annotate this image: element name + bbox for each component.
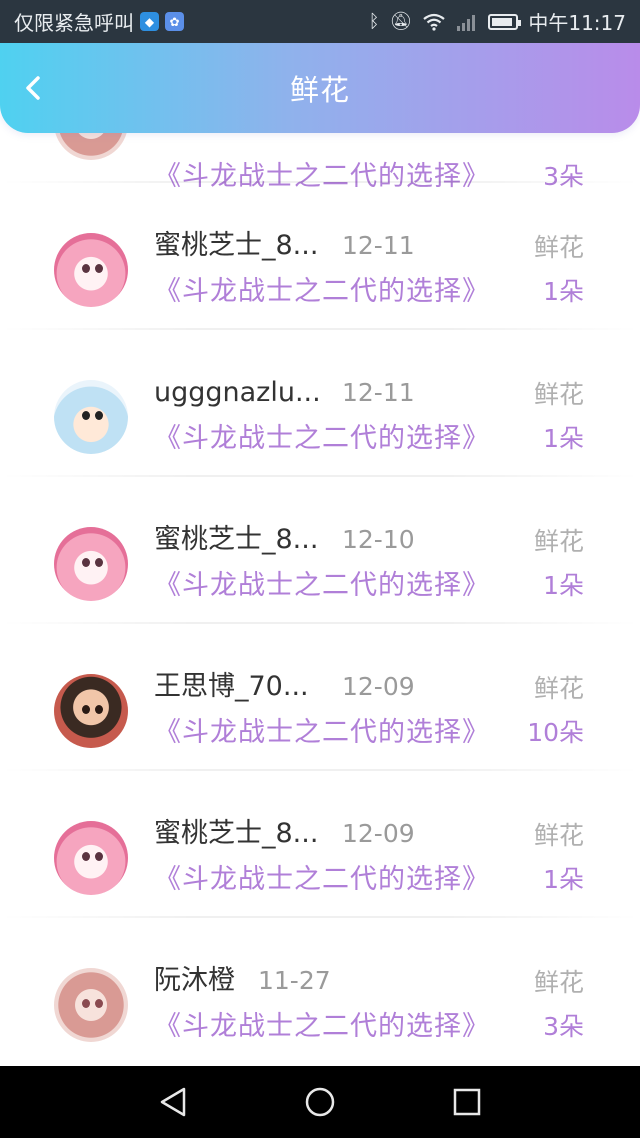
home-circle-icon [305,1087,335,1117]
book-title: 《斗龙战士之二代的选择》 [154,570,490,601]
nav-back-button[interactable] [153,1082,193,1122]
list-item[interactable]: ugggnazlu... 12-11 鲜花 《斗龙战士之二代的选择》 1朵 [0,330,640,477]
user-name: 阮沐橙 [154,965,235,996]
wifi-icon [423,13,446,31]
list-item[interactable]: 蜜桃芝士_8... 12-10 鲜花 《斗龙战士之二代的选择》 1朵 [0,477,640,624]
nav-home-button[interactable] [300,1082,340,1122]
list-item[interactable]: 蜜桃芝士_8... 12-09 鲜花 《斗龙战士之二代的选择》 1朵 [0,771,640,918]
list-item[interactable]: 王思博_70... 12-09 鲜花 《斗龙战士之二代的选择》 10朵 [0,624,640,771]
avatar [54,674,128,748]
recents-square-icon [453,1088,480,1116]
flower-count: 1朵 [543,277,584,306]
gift-type: 鲜花 [533,968,584,997]
battery-icon [488,13,522,30]
mute-icon: 🔕︎ [389,11,413,32]
chevron-left-icon [26,76,40,100]
user-name: 蜜桃芝士_8... [154,524,319,555]
clock: 中午11:17 [528,11,626,35]
book-title: 《斗龙战士之二代的选择》 [154,717,490,748]
date: 12-11 [342,378,415,407]
avatar [54,233,128,307]
gift-type: 鲜花 [533,527,584,556]
flower-count: 3朵 [543,1012,584,1041]
back-button[interactable] [18,73,48,103]
user-name: 王思博_70... [154,671,309,702]
date: 11-27 [258,966,331,995]
book-title: 《斗龙战士之二代的选择》 [154,276,490,307]
avatar [54,821,128,895]
date: 12-09 [342,819,415,848]
baidu-icon: ✿ [165,12,184,31]
book-title: 《斗龙战士之二代的选择》 [154,423,490,454]
date: 12-09 [342,672,415,701]
flower-count: 1朵 [543,424,584,453]
bluetooth-icon: ᛒ [368,11,380,32]
flower-count: 1朵 [543,571,584,600]
title-bar: 鲜花 [0,43,640,133]
user-name: ugggnazlu... [154,377,321,408]
user-name: 蜜桃芝士_8... [154,230,319,261]
shield-icon: ◆ [140,12,159,31]
system-nav-bar [0,1066,640,1138]
back-triangle-icon [161,1087,186,1117]
list-item[interactable]: 阮沐橙 11-27 鲜花 《斗龙战士之二代的选择》 3朵 [0,918,640,1065]
status-bar: 仅限紧急呼叫 ◆ ✿ ᛒ 🔕︎ 中午11:17 [0,0,640,43]
book-title: 《斗龙战士之二代的选择》 [154,864,490,895]
gift-type: 鲜花 [533,380,584,409]
carrier-text: 仅限紧急呼叫 [14,11,134,35]
flower-count: 10朵 [527,718,584,747]
avatar [54,527,128,601]
gift-type: 鲜花 [533,821,584,850]
list-item[interactable]: 蜜桃芝士_8... 12-11 鲜花 《斗龙战士之二代的选择》 1朵 [0,183,640,330]
avatar [54,380,128,454]
flower-count: 1朵 [543,865,584,894]
date: 12-10 [342,525,415,554]
page-title: 鲜花 [289,73,350,107]
avatar [54,968,128,1042]
date: 12-11 [342,231,415,260]
user-name: 蜜桃芝士_8... [154,818,319,849]
signal-icon [457,14,476,31]
nav-recents-button[interactable] [447,1082,487,1122]
book-title: 《斗龙战士之二代的选择》 [154,1011,490,1042]
gift-type: 鲜花 [533,233,584,262]
gift-type: 鲜花 [533,674,584,703]
